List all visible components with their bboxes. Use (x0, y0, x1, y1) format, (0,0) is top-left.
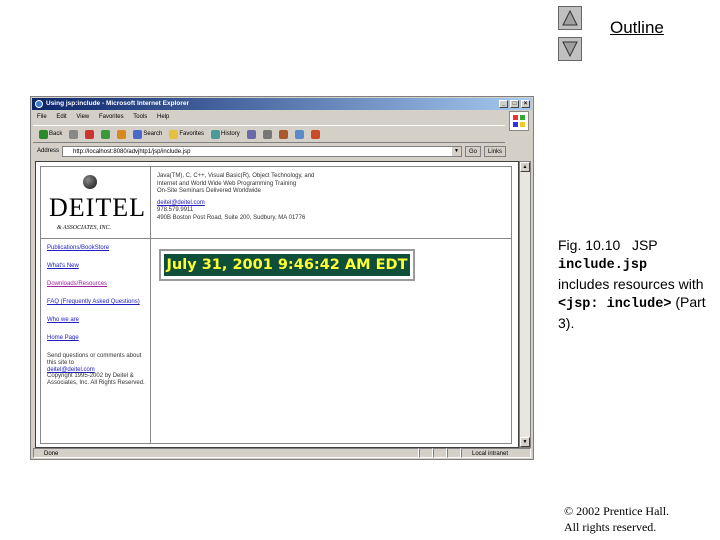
forward-button[interactable] (67, 127, 80, 141)
favorites-icon (169, 129, 179, 139)
forward-arrow-icon (69, 129, 79, 139)
search-button[interactable]: Search (131, 127, 164, 141)
nav-link-faq[interactable]: FAQ (Frequently Asked Questions) (47, 299, 150, 306)
mail-icon (246, 129, 256, 139)
header-line: Java(TM), C, C++, Visual Basic(R), Objec… (157, 173, 315, 179)
scroll-down-icon[interactable]: ▼ (520, 437, 530, 447)
menu-bar: File Edit View Favorites Tools Help (33, 111, 531, 123)
header-line: Internet and World Wide Web Programming … (157, 180, 297, 187)
discuss-button[interactable] (293, 127, 306, 141)
sidebar-footer: Send questions or comments about this si… (47, 353, 150, 387)
messenger-icon (310, 129, 320, 139)
figure-caption: Fig. 10.10 JSP include.jsp includes reso… (558, 236, 708, 332)
menu-view[interactable]: View (76, 114, 89, 120)
title-bar: Using jsp:include - Microsoft Internet E… (32, 98, 532, 110)
scroll-up-icon[interactable]: ▲ (520, 162, 530, 172)
clock-frame: July 31, 2001 9:46:42 AM EDT (159, 249, 415, 281)
edit-icon (278, 129, 288, 139)
history-button[interactable]: History (209, 127, 242, 141)
refresh-icon (101, 129, 111, 139)
footer-email-link[interactable]: deitel@deitel.com (47, 367, 150, 374)
caption-code: <jsp: include> (558, 297, 672, 312)
status-text: Done (33, 448, 419, 458)
mail-button[interactable] (245, 127, 258, 141)
back-arrow-icon (39, 129, 48, 139)
footer-copyright: Copyright 1995-2002 by Deitel & Associat… (47, 373, 145, 387)
links-button[interactable]: Links (484, 145, 507, 157)
globe-icon (83, 175, 97, 189)
copyright-line: All rights reserved. (564, 520, 657, 534)
refresh-button[interactable] (99, 127, 112, 141)
search-icon (133, 129, 143, 139)
page-layout-table: DEITEL & ASSOCIATES, INC. Java(TM), C, C… (40, 166, 512, 444)
caption-text: JSP (631, 237, 658, 253)
print-button[interactable] (261, 127, 274, 141)
security-zone: Local intranet (461, 448, 531, 458)
clock-display: July 31, 2001 9:46:42 AM EDT (164, 254, 410, 276)
page-viewport: DEITEL & ASSOCIATES, INC. Java(TM), C, C… (35, 161, 519, 448)
caption-code: include.jsp (558, 258, 648, 273)
nav-link-who-we-are[interactable]: Who we are (47, 317, 150, 324)
edit-button[interactable] (277, 127, 290, 141)
favorites-button[interactable]: Favorites (167, 127, 206, 141)
triangle-down-icon (562, 41, 578, 58)
history-icon (211, 129, 221, 139)
sidebar-nav: Publications/BookStore What's New Downlo… (41, 239, 151, 443)
menu-tools[interactable]: Tools (133, 114, 147, 120)
discuss-icon (294, 129, 304, 139)
windows-logo-icon (509, 111, 529, 131)
footer-text: Send questions or comments about this si… (47, 353, 142, 366)
logo-subtitle: & ASSOCIATES, INC. (57, 225, 112, 231)
nav-link-downloads[interactable]: Downloads/Resources (47, 281, 150, 288)
stop-icon (85, 129, 95, 139)
header-email-link[interactable]: deitel@deitel.com (157, 200, 511, 208)
menu-help[interactable]: Help (157, 114, 169, 120)
caption-text: includes resources with (558, 276, 704, 292)
triangle-up-icon (562, 9, 578, 26)
close-button[interactable]: × (521, 100, 530, 108)
menu-file[interactable]: File (37, 114, 47, 120)
main-content: July 31, 2001 9:46:42 AM EDT (151, 239, 511, 443)
copyright-line: © 2002 Prentice Hall. (564, 504, 670, 518)
go-button[interactable]: Go (465, 145, 482, 157)
next-slide-button[interactable] (558, 37, 582, 61)
browser-window: Using jsp:include - Microsoft Internet E… (30, 96, 534, 460)
menu-favorites[interactable]: Favorites (99, 114, 124, 120)
previous-slide-button[interactable] (558, 6, 582, 30)
nav-link-publications[interactable]: Publications/BookStore (47, 245, 150, 252)
home-icon (117, 129, 127, 139)
messenger-button[interactable] (309, 127, 322, 141)
back-button[interactable]: Back (37, 127, 64, 141)
logo-text: DEITEL (49, 193, 146, 222)
toolbar: Back Search Favorites History (33, 125, 505, 143)
address-label: Address (37, 148, 60, 154)
status-bar: Done Local intranet (33, 448, 531, 458)
header-address: 490B Boston Post Road, Suite 200, Sudbur… (157, 214, 306, 221)
print-icon (262, 129, 272, 139)
nav-link-home-page[interactable]: Home Page (47, 335, 150, 342)
address-input[interactable]: http://localhost:8080/advjhtp1/jsp/inclu… (62, 145, 463, 157)
menu-edit[interactable]: Edit (56, 114, 66, 120)
address-bar: Address http://localhost:8080/advjhtp1/j… (33, 144, 531, 158)
maximize-button[interactable]: □ (510, 100, 519, 108)
page-header: Java(TM), C, C++, Visual Basic(R), Objec… (151, 167, 511, 239)
minimize-button[interactable]: _ (499, 100, 508, 108)
home-button[interactable] (115, 127, 128, 141)
nav-link-whats-new[interactable]: What's New (47, 263, 150, 270)
stop-button[interactable] (83, 127, 96, 141)
deitel-logo[interactable]: DEITEL & ASSOCIATES, INC. (41, 167, 151, 239)
figure-label: Fig. 10.10 (558, 237, 621, 253)
chevron-down-icon[interactable]: ▼ (452, 146, 462, 156)
header-phone: 978.579.9911 (157, 207, 194, 213)
copyright-notice: © 2002 Prentice Hall. All rights reserve… (564, 503, 669, 535)
header-line: On-Site Seminars Delivered Worldwide (157, 188, 261, 194)
vertical-scrollbar[interactable]: ▲ ▼ (519, 161, 531, 448)
outline-link[interactable]: Outline (610, 18, 664, 38)
internet-explorer-icon (35, 100, 43, 108)
window-title: Using jsp:include - Microsoft Internet E… (46, 100, 190, 107)
